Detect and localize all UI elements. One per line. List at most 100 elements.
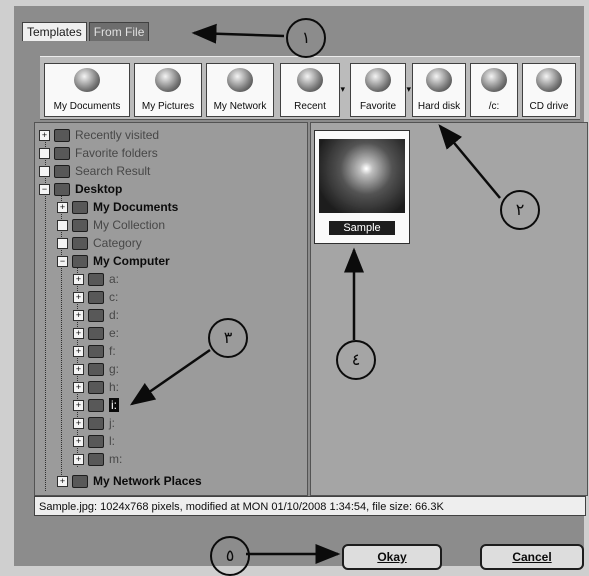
expand-toggle[interactable]: + — [73, 454, 84, 466]
expand-toggle[interactable]: + — [73, 292, 84, 304]
hard-disk-button[interactable]: Hard disk — [412, 63, 466, 117]
drive-icon — [88, 273, 104, 287]
expand-toggle[interactable]: + — [57, 476, 68, 488]
file-thumbnail[interactable]: Sample — [314, 130, 410, 244]
tree-item-label: d: — [109, 308, 120, 322]
tree-item-my-computer[interactable]: − My Computer — [57, 253, 170, 269]
tree-item-desktop[interactable]: − Desktop — [39, 181, 122, 197]
expand-toggle[interactable] — [57, 238, 68, 250]
category-icon — [72, 237, 88, 251]
tree-item-drive-d[interactable]: + d: — [73, 307, 119, 323]
callout-3: ٣ — [208, 318, 248, 358]
tree-item-drive-j[interactable]: + j: — [73, 415, 115, 431]
tree-item-favorite-folders[interactable]: Favorite folders — [39, 145, 158, 161]
expand-toggle[interactable]: + — [73, 418, 84, 430]
tree-item-label: j: — [109, 416, 115, 430]
recent-button[interactable]: Recent ▾ — [280, 63, 345, 117]
tree-item-my-documents[interactable]: + My Documents — [57, 199, 178, 215]
tree-item-drive-i[interactable]: + i: — [73, 397, 119, 413]
expand-toggle[interactable]: − — [39, 184, 50, 196]
tree-item-my-network-places[interactable]: + My Network Places — [57, 473, 202, 489]
tree-item-recently-visited[interactable]: + Recently visited — [39, 127, 159, 143]
expand-toggle[interactable]: + — [73, 400, 84, 412]
drive-icon — [88, 417, 104, 431]
computer-icon — [72, 255, 88, 269]
tree-item-label: f: — [109, 344, 116, 358]
expand-toggle[interactable]: + — [57, 202, 68, 214]
drive-icon — [88, 291, 104, 305]
expand-toggle[interactable]: + — [73, 274, 84, 286]
ok-button[interactable]: Okay — [342, 544, 442, 570]
folder-icon — [72, 201, 88, 215]
chevron-down-icon[interactable]: ▾ — [340, 84, 345, 95]
toolbar-label: My Pictures — [141, 101, 195, 112]
cd-drive-icon — [536, 68, 562, 92]
tree-item-drive-m[interactable]: + m: — [73, 451, 122, 467]
expand-toggle[interactable]: + — [73, 310, 84, 322]
my-documents-button[interactable]: My Documents — [44, 63, 130, 117]
expand-toggle[interactable]: + — [73, 382, 84, 394]
folder-documents-icon — [74, 68, 100, 92]
drive-c-button[interactable]: /c: — [470, 63, 518, 117]
tree-item-drive-l[interactable]: + l: — [73, 433, 115, 449]
expand-toggle[interactable]: + — [73, 364, 84, 376]
tree-item-drive-a[interactable]: + a: — [73, 271, 119, 287]
expand-toggle[interactable]: − — [57, 256, 68, 268]
drive-icon — [88, 381, 104, 395]
tree-item-drive-g[interactable]: + g: — [73, 361, 119, 377]
drive-icon — [88, 327, 104, 341]
cd-drive-button[interactable]: CD drive — [522, 63, 576, 117]
toolbar-label: My Network — [213, 101, 267, 112]
callout-5: ٥ — [210, 536, 250, 576]
tree-item-label: Favorite folders — [75, 146, 158, 160]
expand-toggle[interactable]: + — [73, 328, 84, 340]
expand-toggle[interactable] — [39, 148, 50, 160]
tab-from-file[interactable]: From File — [88, 22, 150, 41]
thumbnail-caption: Sample — [329, 221, 395, 235]
expand-toggle[interactable]: + — [39, 130, 50, 142]
tree-item-drive-e[interactable]: + e: — [73, 325, 119, 341]
toolbar-label: Recent — [294, 101, 326, 112]
my-network-button[interactable]: My Network — [206, 63, 274, 117]
tree-item-drive-h[interactable]: + h: — [73, 379, 119, 395]
network-icon — [227, 68, 253, 92]
expand-toggle[interactable] — [57, 220, 68, 232]
tree-item-label: Recently visited — [75, 128, 160, 142]
toolbar-label: My Documents — [53, 101, 121, 112]
tab-templates[interactable]: Templates — [22, 22, 87, 41]
callout-4: ٤ — [336, 340, 376, 380]
drive-icon — [88, 453, 104, 467]
network-icon — [72, 475, 88, 489]
tree-item-label: My Network Places — [93, 474, 202, 488]
cancel-button-label: Cancel — [512, 550, 552, 564]
status-bar: Sample.jpg: 1024x768 pixels, modified at… — [34, 496, 586, 516]
folder-tree[interactable]: + Recently visited Favorite folders Searc… — [34, 122, 308, 496]
tree-item-label: My Computer — [93, 254, 170, 268]
callout-2: ٢ — [500, 190, 540, 230]
favorite-button[interactable]: Favorite ▾ — [350, 63, 411, 117]
tree-item-my-collection[interactable]: My Collection — [57, 217, 165, 233]
thumbnail-image — [319, 139, 405, 213]
drive-icon — [481, 68, 507, 92]
drive-icon — [88, 399, 104, 413]
tree-item-label: l: — [109, 434, 115, 448]
drive-icon — [88, 435, 104, 449]
tree-item-search-result[interactable]: Search Result — [39, 163, 150, 179]
cancel-button[interactable]: Cancel — [480, 544, 584, 570]
expand-toggle[interactable]: + — [73, 436, 84, 448]
tree-item-label-selected: i: — [109, 398, 119, 412]
heart-icon — [54, 147, 70, 161]
toolbar-label: Favorite — [359, 101, 397, 112]
tree-item-drive-c[interactable]: + c: — [73, 289, 118, 305]
chevron-down-icon[interactable]: ▾ — [406, 84, 411, 95]
expand-toggle[interactable] — [39, 166, 50, 178]
tree-item-drive-f[interactable]: + f: — [73, 343, 116, 359]
expand-toggle[interactable]: + — [73, 346, 84, 358]
search-icon — [54, 165, 70, 179]
tree-item-category[interactable]: Category — [57, 235, 142, 251]
tree-item-label: e: — [109, 326, 120, 340]
tree-item-label: My Documents — [93, 200, 179, 214]
toolbar-label: CD drive — [529, 101, 569, 112]
my-pictures-button[interactable]: My Pictures — [134, 63, 202, 117]
tree-item-label: Search Result — [75, 164, 151, 178]
